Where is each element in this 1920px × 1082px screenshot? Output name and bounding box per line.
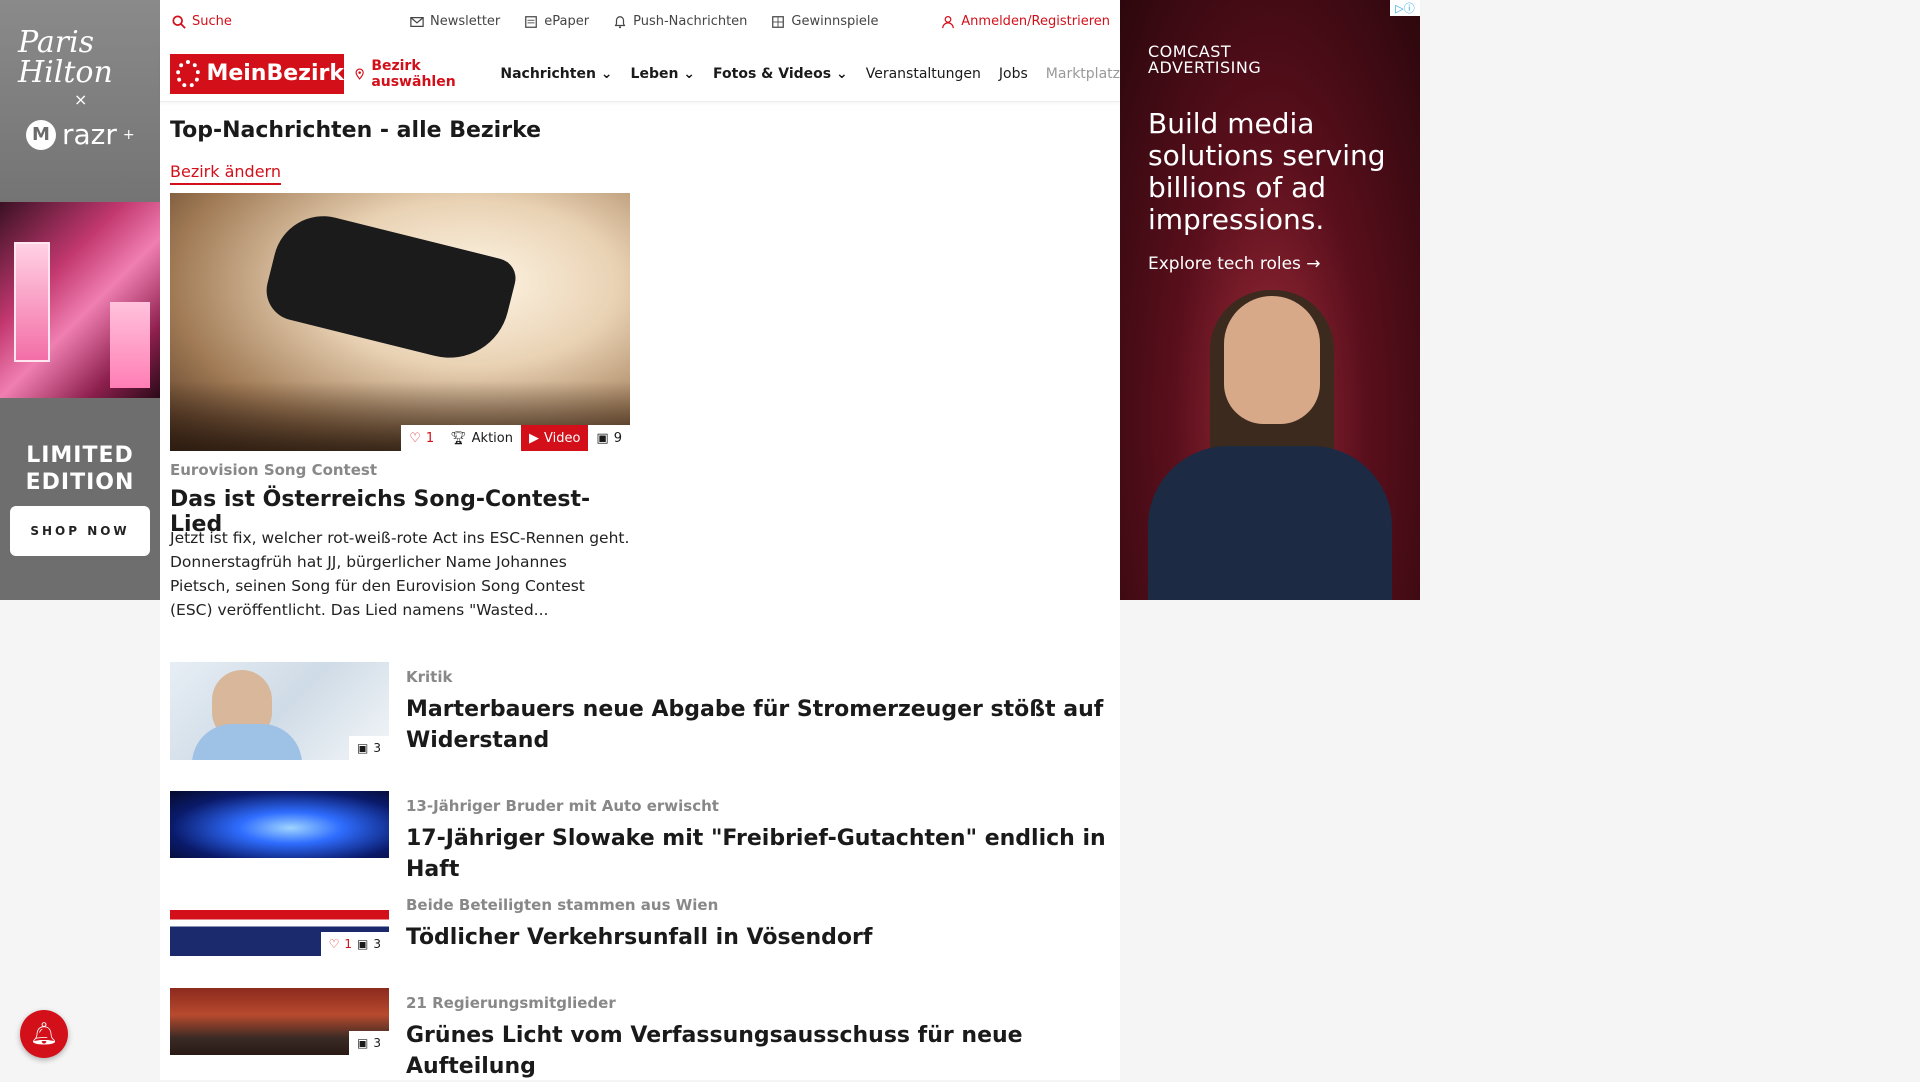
login-link[interactable]: Anmelden/Registrieren bbox=[941, 14, 1110, 29]
nav-fotos-videos[interactable]: Fotos & Videos ⌄ bbox=[713, 66, 848, 82]
article-badges: ♡ 1 ▣ 3 bbox=[320, 932, 389, 956]
trophy-icon: 🏆︎ bbox=[450, 430, 467, 446]
push-label: Push-Nachrichten bbox=[633, 14, 748, 29]
ad-headline: Build media solutions serving billions o… bbox=[1148, 107, 1386, 236]
article-title[interactable]: Marterbauers neue Abgabe für Stromerzeug… bbox=[406, 694, 1106, 756]
image-icon: ▣ bbox=[357, 741, 369, 755]
video-badge: ▶ Video bbox=[520, 425, 589, 451]
paris-hilton-signature: Paris Hilton bbox=[18, 25, 113, 90]
play-icon: ▶ bbox=[528, 430, 539, 446]
product-box bbox=[110, 302, 150, 388]
article-title[interactable]: Grünes Licht vom Verfassungsausschuss fü… bbox=[406, 1020, 1106, 1082]
list-item[interactable]: 13-Jähriger Bruder mit Auto erwischt 17-… bbox=[170, 791, 1110, 882]
comcast-logo: COMCAST ADVERTISING bbox=[1148, 42, 1262, 77]
logo-sun-icon bbox=[176, 59, 201, 88]
lead-article-image[interactable]: ♡ 1 🏆︎ Aktion ▶ Video ▣ 9 bbox=[170, 193, 630, 451]
adchoices-icon[interactable]: ▷ⓘ bbox=[1390, 0, 1420, 16]
image-icon: ▣ bbox=[596, 430, 609, 446]
bell-icon: 🔔︎ bbox=[30, 1021, 58, 1047]
photo-count-badge: ▣ 3 bbox=[349, 1031, 389, 1055]
nav-leben[interactable]: Leben ⌄ bbox=[631, 66, 696, 82]
article-thumbnail[interactable]: ▣ 3 bbox=[170, 662, 389, 760]
phone-product bbox=[14, 242, 50, 362]
list-item[interactable]: ▣ 3 Kritik Marterbauers neue Abgabe für S… bbox=[170, 662, 1110, 760]
like-badge[interactable]: ♡ 1 bbox=[401, 425, 443, 451]
article-thumbnail[interactable]: ♡ 1 ▣ 3 bbox=[170, 890, 389, 956]
lead-kicker: Eurovision Song Contest bbox=[170, 461, 378, 479]
bell-icon bbox=[614, 15, 626, 28]
aktion-badge: 🏆︎ Aktion bbox=[442, 425, 521, 451]
main-column: Suche Newsletter ePaper Push-Nachrichten… bbox=[160, 0, 1120, 1080]
utility-bar: Suche Newsletter ePaper Push-Nachrichten… bbox=[160, 0, 1120, 46]
lead-teaser: Jetzt ist fix, welcher rot-weiß-rote Act… bbox=[170, 529, 630, 619]
notification-bell-button[interactable]: 🔔︎ bbox=[20, 1010, 68, 1058]
photo-count-badge: ▣ 3 bbox=[349, 736, 389, 760]
select-district-button[interactable]: Bezirk auswählen bbox=[354, 58, 483, 90]
heart-icon: ♡ bbox=[409, 430, 421, 446]
ad-headline: LIMITED EDITION bbox=[25, 443, 135, 495]
change-district-link[interactable]: Bezirk ändern bbox=[170, 162, 281, 185]
article-title[interactable]: Tödlicher Verkehrsunfall in Vösendorf bbox=[406, 922, 1106, 953]
razr-logo: M razr + bbox=[26, 118, 135, 151]
nav-links: Nachrichten ⌄ Leben ⌄ Fotos & Videos ⌄ V… bbox=[500, 66, 1120, 82]
crowdsurfer-figure bbox=[260, 205, 520, 371]
right-display-ad[interactable]: ▷ⓘ COMCAST ADVERTISING Build media solut… bbox=[1120, 0, 1420, 600]
nav-marktplatz[interactable]: Marktplatz bbox=[1046, 66, 1120, 82]
search-icon bbox=[172, 14, 186, 29]
left-skyscraper-ad[interactable]: ▷ⓘ Paris Hilton × M razr+ LIMITED EDITIO… bbox=[0, 0, 160, 600]
list-item[interactable]: ♡ 1 ▣ 3 Beide Beteiligten stammen aus Wien… bbox=[170, 890, 1110, 956]
ad-brand-panel: Paris Hilton × M razr + bbox=[0, 0, 160, 202]
epaper-link[interactable]: ePaper bbox=[524, 14, 589, 29]
newspaper-icon bbox=[525, 15, 538, 28]
article-kicker: 21 Regierungsmitglieder bbox=[406, 994, 616, 1012]
shop-now-button[interactable]: SHOP NOW bbox=[10, 506, 150, 556]
utility-links: Newsletter ePaper Push-Nachrichten Gewin… bbox=[410, 14, 878, 29]
login-label: Anmelden/Registrieren bbox=[961, 14, 1110, 29]
logo-text: MeinBezirk bbox=[206, 61, 344, 86]
ad-product-image bbox=[0, 202, 160, 398]
gewinnspiele-label: Gewinnspiele bbox=[791, 14, 879, 29]
search-label: Suche bbox=[192, 14, 232, 29]
ad-person-image bbox=[1138, 290, 1402, 600]
newsletter-label: Newsletter bbox=[430, 14, 501, 29]
mail-icon bbox=[410, 16, 424, 27]
article-thumbnail[interactable]: ▣ 3 bbox=[170, 988, 389, 1055]
list-item[interactable]: ▣ 3 21 Regierungsmitglieder Grünes Licht … bbox=[170, 988, 1110, 1079]
image-icon: ▣ bbox=[357, 1036, 369, 1050]
search-link[interactable]: Suche bbox=[172, 14, 232, 29]
explore-roles-link[interactable]: Explore tech roles → bbox=[1148, 254, 1321, 274]
gift-icon bbox=[772, 15, 785, 28]
meinbezirk-logo[interactable]: MeinBezirk bbox=[170, 53, 344, 94]
collab-x: × bbox=[74, 90, 88, 109]
newsletter-link[interactable]: Newsletter bbox=[410, 14, 500, 29]
lead-badges: ♡ 1 🏆︎ Aktion ▶ Video ▣ 9 bbox=[401, 425, 630, 451]
location-pin-icon bbox=[355, 67, 364, 80]
gewinnspiele-link[interactable]: Gewinnspiele bbox=[771, 14, 878, 29]
push-link[interactable]: Push-Nachrichten bbox=[613, 14, 747, 29]
article-kicker: Beide Beteiligten stammen aus Wien bbox=[406, 896, 719, 914]
photo-count-badge: ▣ 9 bbox=[588, 425, 630, 451]
ad-cta-panel: LIMITED EDITION SHOP NOW bbox=[0, 398, 160, 600]
article-title[interactable]: 17-Jähriger Slowake mit "Freibrief-Gutac… bbox=[406, 823, 1106, 885]
nav-jobs[interactable]: Jobs bbox=[999, 66, 1028, 82]
heart-icon: ♡ bbox=[328, 937, 340, 951]
article-kicker: 13-Jähriger Bruder mit Auto erwischt bbox=[406, 797, 719, 815]
article-kicker: Kritik bbox=[406, 668, 453, 686]
motorola-icon: M bbox=[26, 119, 56, 150]
article-thumbnail[interactable] bbox=[170, 791, 389, 858]
epaper-label: ePaper bbox=[544, 14, 590, 29]
image-icon: ▣ bbox=[357, 937, 369, 951]
select-district-label: Bezirk auswählen bbox=[371, 57, 456, 90]
user-icon bbox=[942, 15, 955, 28]
nav-veranstaltungen[interactable]: Veranstaltungen bbox=[866, 66, 981, 82]
section-title: Top-Nachrichten - alle Bezirke bbox=[170, 118, 542, 143]
nav-nachrichten[interactable]: Nachrichten ⌄ bbox=[500, 66, 612, 82]
main-nav: MeinBezirk Bezirk auswählen Nachrichten … bbox=[160, 46, 1120, 102]
